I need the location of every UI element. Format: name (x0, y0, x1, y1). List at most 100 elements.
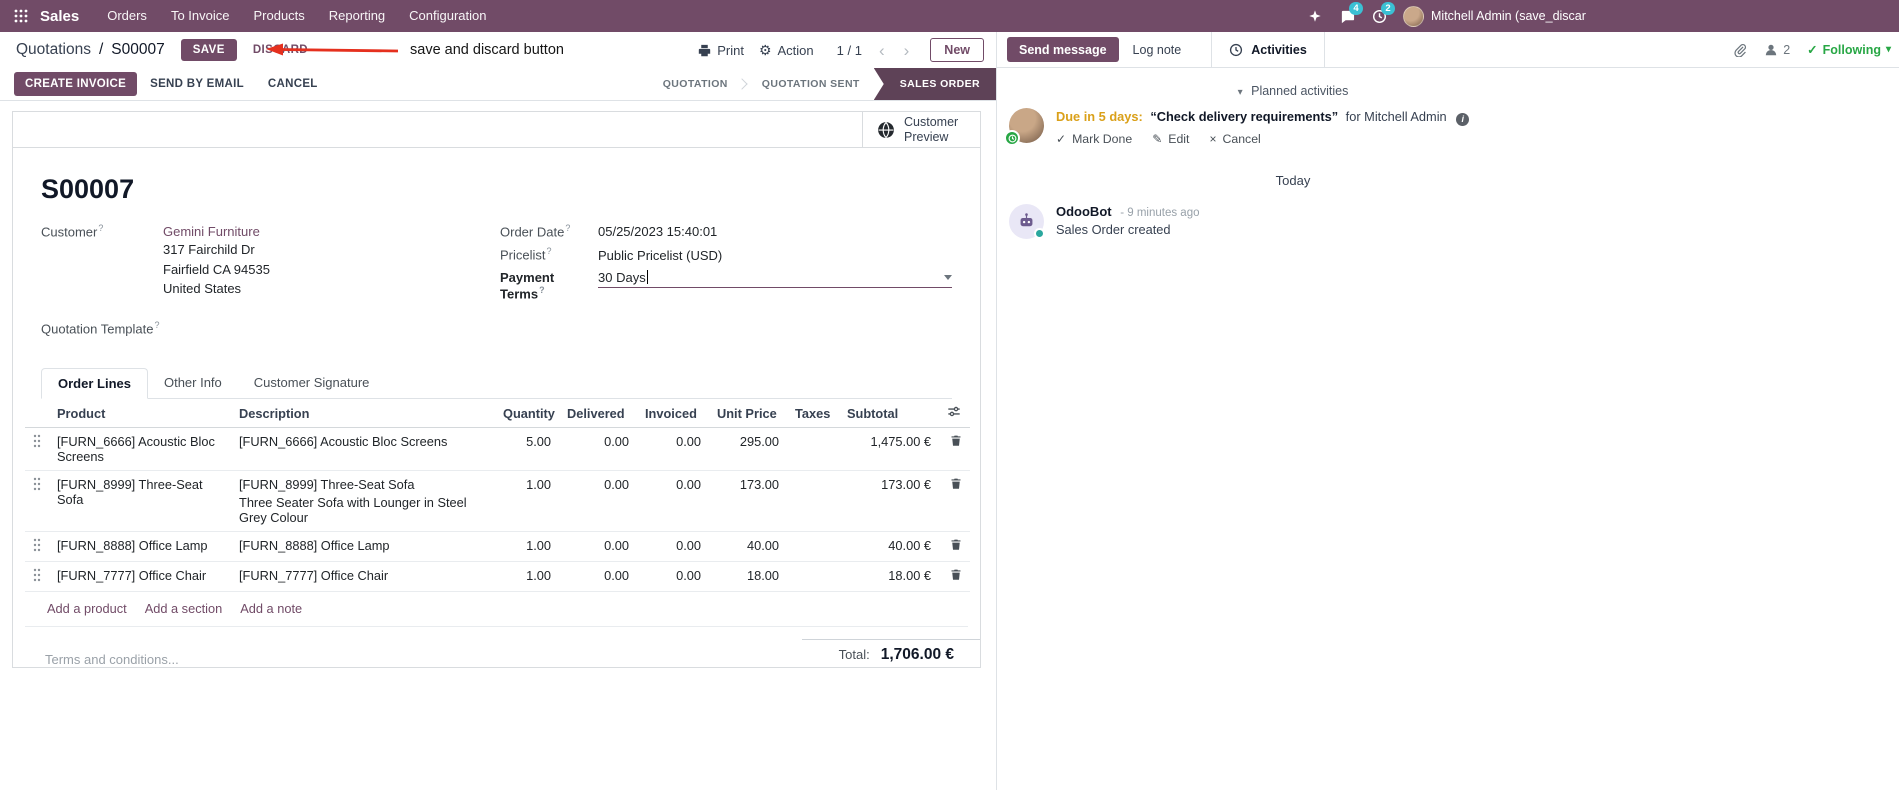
drag-handle-icon[interactable] (33, 568, 41, 582)
following-button[interactable]: ✓ Following ▾ (1807, 42, 1891, 58)
order-line-row[interactable]: [FURN_8999] Three-Seat Sofa [FURN_8999] … (25, 470, 970, 533)
cell-delivered[interactable]: 0.00 (559, 427, 637, 472)
record-title[interactable]: S00007 (41, 174, 952, 205)
cell-product[interactable]: [FURN_8999] Three-Seat Sofa (49, 470, 231, 533)
cell-invoiced[interactable]: 0.00 (637, 531, 709, 563)
tab-other-info[interactable]: Other Info (148, 368, 238, 399)
cell-description[interactable]: [FURN_6666] Acoustic Bloc Screens (231, 427, 495, 472)
action-button[interactable]: ⚙ Action (759, 43, 814, 58)
pager-previous-icon[interactable]: ‹ (877, 42, 887, 59)
send-by-email-button[interactable]: SEND BY EMAIL (139, 72, 255, 96)
cell-taxes[interactable] (787, 427, 839, 472)
create-invoice-button[interactable]: CREATE INVOICE (14, 72, 138, 96)
cell-quantity[interactable]: 1.00 (495, 470, 559, 533)
tab-customer-signature[interactable]: Customer Signature (238, 368, 386, 399)
log-note-button[interactable]: Log note (1119, 32, 1196, 67)
cell-product[interactable]: [FURN_8888] Office Lamp (49, 531, 231, 563)
cell-invoiced[interactable]: 0.00 (637, 561, 709, 593)
add-a-section-link[interactable]: Add a section (145, 601, 223, 616)
dropdown-caret-icon[interactable] (944, 274, 952, 280)
cell-delivered[interactable]: 0.00 (559, 561, 637, 593)
followers-button[interactable]: 2 (1764, 43, 1790, 57)
cell-quantity[interactable]: 1.00 (495, 531, 559, 563)
cell-delivered[interactable]: 0.00 (559, 531, 637, 563)
cell-taxes[interactable] (787, 561, 839, 593)
cell-description[interactable]: [FURN_8999] Three-Seat Sofa Three Seater… (231, 470, 495, 533)
order-lines-table: Product Description Quantity Delivered I… (25, 399, 970, 593)
activity-due-text: Due in 5 days: (1056, 109, 1143, 124)
cell-taxes[interactable] (787, 470, 839, 533)
mark-done-button[interactable]: ✓ Mark Done (1056, 132, 1132, 146)
terms-placeholder[interactable]: Terms and conditions... (45, 652, 179, 667)
order-line-row[interactable]: [FURN_7777] Office Chair [FURN_7777] Off… (25, 561, 970, 593)
user-name[interactable]: Mitchell Admin (save_discar (1431, 9, 1893, 23)
delete-line-icon[interactable] (950, 477, 962, 490)
annotation-label: save and discard button (410, 42, 564, 58)
status-step-quotation[interactable]: QUOTATION (649, 68, 742, 100)
payment-terms-input[interactable]: 30 Days (598, 270, 952, 288)
menu-products[interactable]: Products (241, 0, 316, 32)
edit-activity-button[interactable]: ✎ Edit (1152, 132, 1189, 146)
new-button[interactable]: New (930, 38, 984, 62)
cell-unit-price[interactable]: 295.00 (709, 427, 787, 472)
cell-quantity[interactable]: 5.00 (495, 427, 559, 472)
messages-icon[interactable]: 4 (1331, 0, 1363, 32)
cell-unit-price[interactable]: 173.00 (709, 470, 787, 533)
tab-order-lines[interactable]: Order Lines (41, 368, 148, 400)
send-message-button[interactable]: Send message (1007, 37, 1119, 62)
delete-line-icon[interactable] (950, 538, 962, 551)
gear-icon: ⚙ (758, 42, 772, 58)
menu-orders[interactable]: Orders (95, 0, 159, 32)
cell-invoiced[interactable]: 0.00 (637, 427, 709, 472)
cell-unit-price[interactable]: 18.00 (709, 561, 787, 593)
breadcrumb-quotations[interactable]: Quotations (16, 41, 91, 59)
customer-link[interactable]: Gemini Furniture (163, 224, 260, 239)
add-a-note-link[interactable]: Add a note (240, 601, 302, 616)
handle-column (25, 399, 49, 429)
planned-activities-header[interactable]: ▾ Planned activities (997, 84, 1589, 98)
cell-quantity[interactable]: 1.00 (495, 561, 559, 593)
systray-star-icon[interactable] (1299, 0, 1331, 32)
pager-next-icon[interactable]: › (902, 42, 912, 59)
menu-configuration[interactable]: Configuration (397, 0, 498, 32)
order-date-field[interactable]: 05/25/2023 15:40:01 (598, 224, 717, 239)
status-step-sales-order[interactable]: SALES ORDER (873, 68, 996, 100)
drag-handle-icon[interactable] (33, 538, 41, 552)
cell-product[interactable]: [FURN_7777] Office Chair (49, 561, 231, 593)
activities-tab[interactable]: Activities (1211, 32, 1325, 67)
app-name[interactable]: Sales (40, 8, 79, 25)
drag-handle-icon[interactable] (33, 477, 41, 491)
apps-grid-icon[interactable] (10, 0, 32, 32)
print-button[interactable]: Print (698, 43, 744, 58)
user-avatar[interactable] (1403, 5, 1424, 27)
cell-description[interactable]: [FURN_7777] Office Chair (231, 561, 495, 593)
order-line-row[interactable]: [FURN_6666] Acoustic Bloc Screens [FURN_… (25, 427, 970, 472)
activities-clock-icon[interactable]: 2 (1363, 0, 1395, 32)
toggle-columns-icon[interactable] (947, 405, 961, 418)
top-navbar: Sales Orders To Invoice Products Reporti… (0, 0, 1899, 32)
order-line-row[interactable]: [FURN_8888] Office Lamp [FURN_8888] Offi… (25, 531, 970, 563)
attachments-icon[interactable] (1733, 43, 1747, 57)
status-step-quotation-sent[interactable]: QUOTATION SENT (748, 68, 874, 100)
menu-to-invoice[interactable]: To Invoice (159, 0, 242, 32)
menu-reporting[interactable]: Reporting (317, 0, 397, 32)
add-a-product-link[interactable]: Add a product (47, 601, 127, 616)
discard-button[interactable]: DISCARD (245, 39, 316, 61)
cell-unit-price[interactable]: 40.00 (709, 531, 787, 563)
pricelist-field[interactable]: Public Pricelist (USD) (598, 248, 722, 263)
delete-line-icon[interactable] (950, 434, 962, 447)
cancel-order-button[interactable]: CANCEL (257, 72, 329, 96)
customer-preview-button[interactable]: Customer Preview (862, 112, 980, 147)
cell-description[interactable]: [FURN_8888] Office Lamp (231, 531, 495, 563)
activity-actions: ✓ Mark Done ✎ Edit × Cancel (1056, 132, 1469, 146)
info-icon[interactable]: i (1456, 112, 1470, 126)
cell-delivered[interactable]: 0.00 (559, 470, 637, 533)
cancel-activity-button[interactable]: × Cancel (1209, 132, 1260, 146)
save-button[interactable]: SAVE (180, 39, 237, 61)
message-author[interactable]: OdooBot (1056, 204, 1112, 219)
cell-taxes[interactable] (787, 531, 839, 563)
cell-invoiced[interactable]: 0.00 (637, 470, 709, 533)
drag-handle-icon[interactable] (33, 434, 41, 448)
cell-product[interactable]: [FURN_6666] Acoustic Bloc Screens (49, 427, 231, 472)
delete-line-icon[interactable] (950, 568, 962, 581)
